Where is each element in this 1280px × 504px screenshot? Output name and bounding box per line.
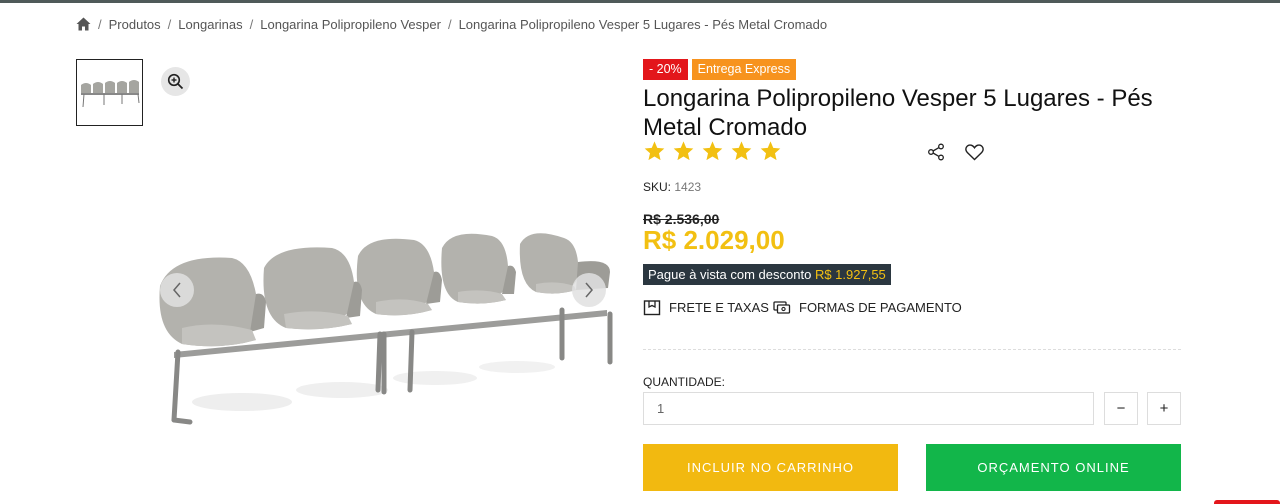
cash-discount-box: Pague à vista com desconto R$ 1.927,55: [643, 264, 891, 285]
home-icon[interactable]: [76, 17, 91, 31]
star-icon: [702, 141, 723, 161]
section-divider: [643, 349, 1181, 350]
breadcrumb: / Produtos / Longarinas / Longarina Poli…: [76, 15, 827, 33]
cash-discount-label: Pague à vista com desconto: [648, 267, 812, 282]
quantity-label: QUANTIDADE:: [643, 375, 726, 389]
sku-value: 1423: [674, 180, 702, 194]
freight-label: FRETE E TAXAS: [669, 299, 769, 315]
zoom-in-icon[interactable]: [161, 67, 190, 96]
chevron-right-icon[interactable]: [572, 273, 606, 307]
chevron-left-icon[interactable]: [160, 273, 194, 307]
payment-icon: [773, 301, 791, 314]
freight-link[interactable]: FRETE E TAXAS: [643, 297, 769, 317]
quantity-input[interactable]: [643, 392, 1094, 425]
package-icon: [643, 300, 661, 316]
star-icon: [731, 141, 752, 161]
top-border: [0, 0, 1280, 3]
online-quote-button[interactable]: ORÇAMENTO ONLINE: [926, 444, 1181, 491]
breadcrumb-separator: /: [98, 16, 102, 32]
product-thumbnail[interactable]: [76, 59, 143, 126]
payment-methods-link[interactable]: FORMAS DE PAGAMENTO: [773, 297, 962, 317]
breadcrumb-link-vesper[interactable]: Longarina Polipropileno Vesper: [260, 17, 441, 32]
floating-tab[interactable]: [1214, 500, 1280, 504]
cash-discount-price: R$ 1.927,55: [814, 267, 886, 282]
share-icon[interactable]: [925, 141, 947, 163]
rating-stars: [643, 140, 782, 162]
quantity-increase-button[interactable]: +: [1147, 392, 1181, 425]
add-to-cart-button[interactable]: INCLUIR NO CARRINHO: [643, 444, 898, 491]
current-price: R$ 2.029,00: [643, 225, 785, 255]
star-icon: [760, 141, 781, 161]
breadcrumb-separator: /: [249, 16, 254, 32]
product-badges: - 20% Entrega Express: [643, 59, 797, 80]
product-image: [152, 232, 614, 504]
express-delivery-badge: Entrega Express: [691, 59, 797, 80]
discount-badge: - 20%: [643, 59, 688, 80]
quantity-decrease-button[interactable]: −: [1104, 392, 1138, 425]
payment-label: FORMAS DE PAGAMENTO: [799, 299, 962, 315]
sku-label: SKU:: [643, 180, 672, 194]
breadcrumb-separator: /: [167, 16, 172, 32]
breadcrumb-link-produtos[interactable]: Produtos: [109, 17, 161, 32]
star-icon: [673, 141, 694, 161]
product-title: Longarina Polipropileno Vesper 5 Lugares…: [643, 85, 1153, 141]
breadcrumb-separator: /: [447, 16, 452, 32]
star-icon: [644, 141, 665, 161]
sku: SKU: 1423: [643, 180, 701, 194]
heart-icon[interactable]: [963, 141, 985, 163]
breadcrumb-current: Longarina Polipropileno Vesper 5 Lugares…: [458, 16, 828, 32]
breadcrumb-link-longarinas[interactable]: Longarinas: [178, 17, 242, 32]
